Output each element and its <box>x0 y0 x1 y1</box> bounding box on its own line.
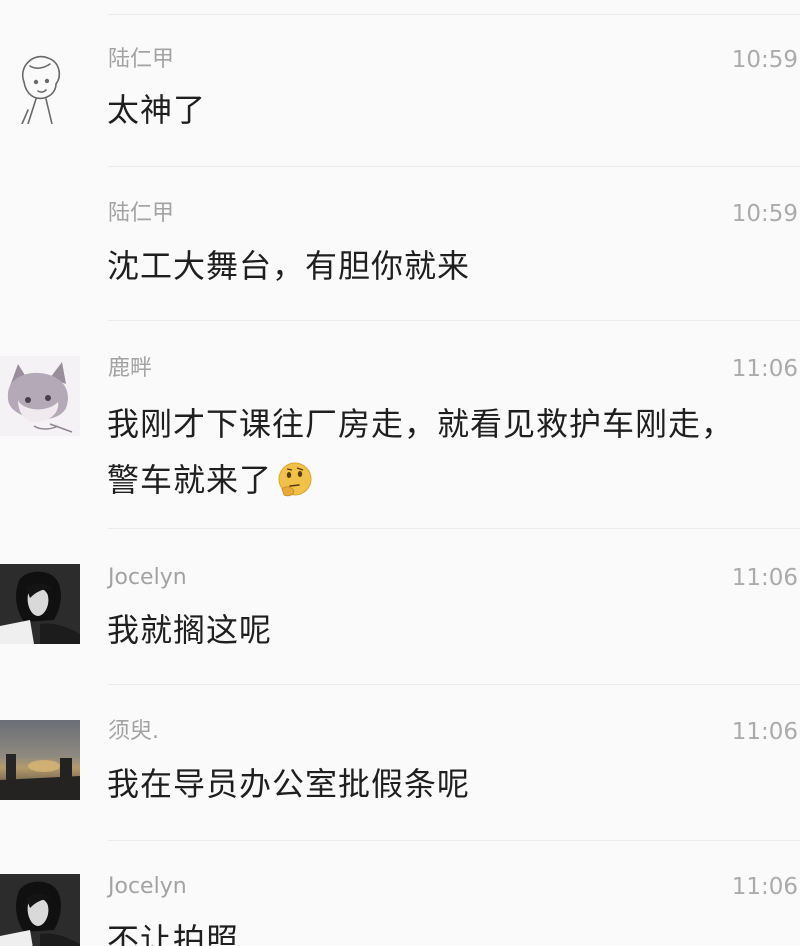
message-time: 10:59 <box>731 201 798 227</box>
thinking-face-emoji <box>276 459 314 499</box>
message-time: 11:06 <box>731 719 798 745</box>
message-text: 不让拍照 <box>107 921 240 946</box>
bw-portrait-avatar[interactable] <box>0 564 80 644</box>
message-item[interactable]: Jocelyn 11:06 我就搁这呢 <box>0 530 800 686</box>
sender-name: 须臾. <box>108 719 159 744</box>
message-item[interactable]: Jocelyn 11:06 不让拍照 <box>0 842 800 946</box>
sketch-boy-avatar[interactable] <box>0 44 80 124</box>
message-text-line: 我刚才下课往厂房走，就看见救护车刚走， <box>107 405 735 443</box>
divider <box>108 166 800 167</box>
sender-name: Jocelyn <box>108 874 187 899</box>
sender-name: 鹿畔 <box>108 356 153 381</box>
sender-name: 陆仁甲 <box>108 201 175 226</box>
message-text: 我就搁这呢 <box>107 611 273 649</box>
message-item[interactable]: 陆仁甲 10:59 沈工大舞台，有胆你就来 <box>0 168 800 322</box>
message-text-line: 警车就来了 <box>107 452 800 508</box>
message-time: 11:06 <box>731 874 798 900</box>
sender-name: Jocelyn <box>108 565 187 590</box>
divider <box>108 840 800 841</box>
divider <box>108 320 800 321</box>
divider <box>108 528 800 529</box>
message-time: 11:06 <box>731 356 798 382</box>
message-text: 太神了 <box>107 91 207 129</box>
message-text: 我在导员办公室批假条呢 <box>107 765 471 803</box>
message-text-fragment: 警车就来了 <box>107 461 273 499</box>
message-item[interactable]: 鹿畔 11:06 我刚才下课往厂房走，就看见救护车刚走， 警车就来了 <box>0 322 800 530</box>
sender-name: 陆仁甲 <box>108 47 175 72</box>
message-time: 11:06 <box>731 565 798 591</box>
message-text: 沈工大舞台，有胆你就来 <box>107 247 471 285</box>
anime-cat-avatar[interactable] <box>0 356 80 436</box>
sunset-photo-avatar[interactable] <box>0 720 80 800</box>
message-item[interactable]: 须臾. 11:06 我在导员办公室批假条呢 <box>0 686 800 842</box>
message-text: 我刚才下课往厂房走，就看见救护车刚走， 警车就来了 <box>107 396 800 508</box>
group-chat-message-list: 陆仁甲 10:59 太神了 陆仁甲 10:59 沈工大舞台，有胆你就来 鹿畔 1… <box>0 0 800 946</box>
message-time: 10:59 <box>731 47 798 73</box>
divider <box>108 684 800 685</box>
message-item[interactable]: 陆仁甲 10:59 太神了 <box>0 0 800 168</box>
bw-portrait-avatar[interactable] <box>0 874 80 946</box>
